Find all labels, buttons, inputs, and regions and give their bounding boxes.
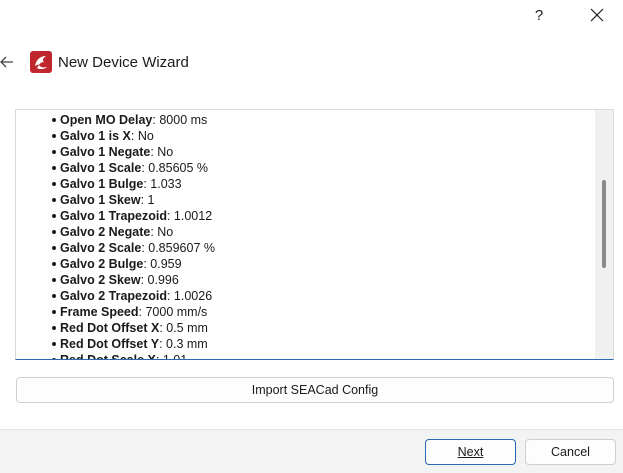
list-item-value: : 1 [140,193,155,207]
list-item-text: Red Dot Offset X: 0.5 mm [52,321,208,335]
list-item: Galvo 1 Bulge: 1.033 [16,176,593,192]
list-item-text: Galvo 2 Scale: 0.859607 % [52,241,215,255]
list-item-key: Galvo 2 Trapezoid [60,289,167,303]
bullet-icon [52,310,56,314]
list-item-value: : 0.959 [143,257,182,271]
next-button[interactable]: Next [425,439,516,465]
list-item: Galvo 1 is X: No [16,128,593,144]
list-item-key: Red Dot Offset Y [60,337,160,351]
list-item-key: Galvo 1 is X [60,129,131,143]
list-item-text: Red Dot Scale X: 1.01 [52,353,188,360]
list-item-value: : 0.5 mm [159,321,208,335]
list-item-value: : No [150,145,174,159]
scrollbar[interactable] [595,110,613,359]
bullet-icon [52,342,56,346]
bullet-icon [52,326,56,330]
list-item-key: Frame Speed [60,305,139,319]
list-item-value: : 0.3 mm [159,337,208,351]
bullet-icon [52,278,56,282]
list-item-text: Galvo 2 Bulge: 0.959 [52,257,182,271]
list-item: Frame Speed: 7000 mm/s [16,304,593,320]
list-item-text: Open MO Delay: 8000 ms [52,113,207,127]
back-button[interactable] [0,50,18,74]
list-item: Galvo 2 Skew: 0.996 [16,272,593,288]
list-item: Open MO Delay: 8000 ms [16,112,593,128]
list-item-key: Galvo 2 Skew [60,273,141,287]
list-item-text: Galvo 2 Skew: 0.996 [52,273,179,287]
list-item: Red Dot Offset Y: 0.3 mm [16,336,593,352]
help-button[interactable]: ? [526,2,552,28]
list-item: Galvo 1 Negate: No [16,144,593,160]
import-seacad-config-button[interactable]: Import SEACad Config [16,377,614,403]
list-item-value: : 0.996 [140,273,179,287]
list-item-value: : 8000 ms [152,113,208,127]
list-item-value: : 0.859607 % [141,241,215,255]
list-item-key: Galvo 1 Skew [60,193,141,207]
list-item-key: Red Dot Offset X [60,321,160,335]
help-icon: ? [534,6,544,24]
list-item-text: Galvo 2 Trapezoid: 1.0026 [52,289,212,303]
list-item-value: : 1.01 [155,353,188,360]
list-item-key: Galvo 1 Trapezoid [60,209,167,223]
list-item-key: Open MO Delay [60,113,153,127]
list-item-value: : 7000 mm/s [138,305,208,319]
bullet-icon [52,198,56,202]
config-summary-list[interactable]: Open MO Delay: 8000 ms Galvo 1 is X: No Ga… [15,109,614,360]
bullet-icon [52,166,56,170]
list-item-value: : No [150,225,174,239]
list-item-text: Red Dot Offset Y: 0.3 mm [52,337,208,351]
list-item: Galvo 1 Scale: 0.85605 % [16,160,593,176]
list-item: Galvo 1 Skew: 1 [16,192,593,208]
list-item: Galvo 2 Bulge: 0.959 [16,256,593,272]
app-logo-icon [30,51,52,73]
list-item: Red Dot Offset X: 0.5 mm [16,320,593,336]
list-item-text: Galvo 1 is X: No [52,129,154,143]
list-item-text: Galvo 1 Bulge: 1.033 [52,177,182,191]
list-item-key: Galvo 2 Negate [60,225,151,239]
bullet-icon [52,214,56,218]
list-item-key: Galvo 2 Scale [60,241,142,255]
list-item-value: : 1.0012 [166,209,213,223]
list-item-text: Galvo 1 Trapezoid: 1.0012 [52,209,212,223]
list-item: Red Dot Scale X: 1.01 [16,352,593,360]
list-item-text: Galvo 1 Scale: 0.85605 % [52,161,208,175]
list-item: Galvo 2 Scale: 0.859607 % [16,240,593,256]
list-item-text: Galvo 1 Skew: 1 [52,193,155,207]
bullet-icon [52,358,56,359]
page-title: New Device Wizard [58,54,189,71]
cancel-button[interactable]: Cancel [525,439,616,465]
list-item-value: : 1.033 [143,177,182,191]
list-item: Galvo 2 Trapezoid: 1.0026 [16,288,593,304]
list-item-key: Red Dot Scale X [60,353,156,360]
wizard-window: ? New Device Wizard Open MO Delay: 8000 … [0,0,623,473]
list-item-value: : No [130,129,154,143]
bullet-icon [52,150,56,154]
list-item-value: : 0.85605 % [141,161,209,175]
close-icon [590,8,604,22]
list-item-key: Galvo 1 Bulge [60,177,144,191]
list-item-value: : 1.0026 [166,289,213,303]
close-button[interactable] [584,2,610,28]
list-item-text: Frame Speed: 7000 mm/s [52,305,207,319]
wizard-footer: Next Cancel [0,429,623,473]
list-item: Galvo 2 Negate: No [16,224,593,240]
bullet-icon [52,182,56,186]
list-item-key: Galvo 1 Negate [60,145,151,159]
list-item-text: Galvo 2 Negate: No [52,225,173,239]
config-list-content: Open MO Delay: 8000 ms Galvo 1 is X: No Ga… [16,112,593,360]
bullet-icon [52,246,56,250]
bullet-icon [52,230,56,234]
list-item-text: Galvo 1 Negate: No [52,145,173,159]
bullet-icon [52,134,56,138]
list-item-key: Galvo 1 Scale [60,161,142,175]
back-arrow-icon [0,56,13,68]
list-item-key: Galvo 2 Bulge [60,257,144,271]
bullet-icon [52,118,56,122]
scrollbar-thumb[interactable] [602,180,606,268]
bullet-icon [52,262,56,266]
bullet-icon [52,294,56,298]
list-item: Galvo 1 Trapezoid: 1.0012 [16,208,593,224]
